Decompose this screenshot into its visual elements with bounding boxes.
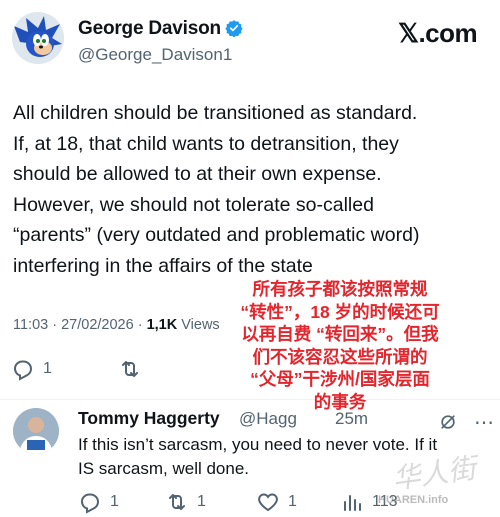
reply-like-count: 1 <box>288 493 297 510</box>
reply-reply-button[interactable]: 1 <box>78 490 119 514</box>
reply-icon <box>13 360 33 381</box>
x-logo: 𝕏.com <box>398 18 478 48</box>
reply-like-button[interactable]: 1 <box>256 490 297 514</box>
retweet-icon <box>169 494 185 510</box>
tweet-text: All children should be transitioned as s… <box>13 102 420 277</box>
tweet-date[interactable]: 27/02/2026 <box>61 317 134 333</box>
author-handle[interactable]: @George_Davison1 <box>78 45 232 65</box>
reply-button[interactable]: 1 <box>11 357 52 381</box>
tweet-time[interactable]: 11:03 <box>13 317 48 333</box>
reply-avatar-icon <box>13 408 59 454</box>
sonic-avatar-icon <box>12 12 64 64</box>
watermark-url: HUAREN.info <box>378 494 449 506</box>
author-name[interactable]: George Davison <box>78 18 221 40</box>
retweet-button[interactable] <box>118 357 142 381</box>
views-count: 1,1K <box>146 317 178 333</box>
reply-retweet-count: 1 <box>197 493 206 510</box>
reply-count: 1 <box>43 360 52 377</box>
reply-reply-count: 1 <box>110 493 119 510</box>
meta-separator: · <box>137 317 147 333</box>
reply-retweet-button[interactable]: 1 <box>165 490 206 514</box>
reply-author-avatar[interactable] <box>13 408 59 454</box>
tweet-meta: 11:03 · 27/02/2026 · 1,1K Views <box>13 317 220 333</box>
verified-badge-icon <box>225 20 243 37</box>
grok-icon[interactable] <box>438 412 458 432</box>
views-chart-icon <box>344 495 361 511</box>
author-avatar[interactable] <box>12 12 64 64</box>
overlay-caption: 所有孩子都该按照常规 “转性”，18 岁的时候还可 以再自费 “转回来”。但我 … <box>240 279 440 412</box>
meta-separator: · <box>52 317 62 333</box>
retweet-icon <box>122 361 138 377</box>
more-options-icon[interactable]: ⋯ <box>474 410 494 435</box>
reply-author-name[interactable]: Tommy Haggerty <box>78 408 220 429</box>
heart-icon <box>258 493 278 512</box>
reply-icon <box>80 493 100 514</box>
